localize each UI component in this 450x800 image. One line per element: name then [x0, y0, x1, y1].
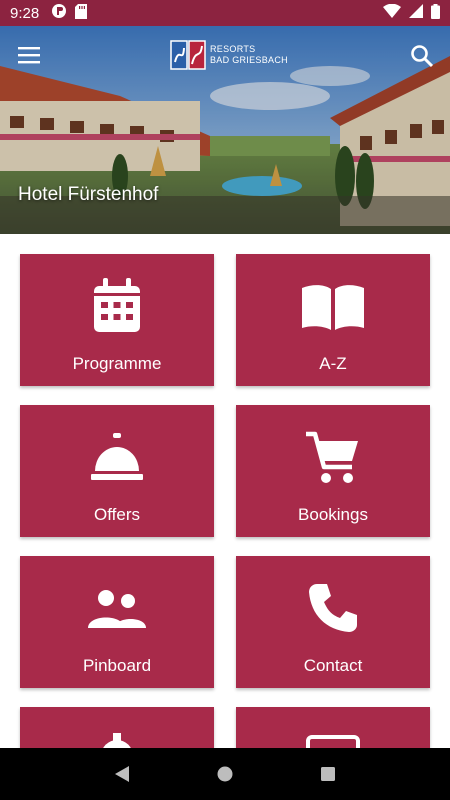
- tile-bookings[interactable]: Bookings: [236, 405, 430, 537]
- cart-icon: [306, 431, 360, 490]
- tile-contact[interactable]: Contact: [236, 556, 430, 688]
- search-button[interactable]: [410, 44, 434, 68]
- tile-label: Bookings: [298, 505, 368, 524]
- home-circle-icon: [217, 766, 233, 782]
- tile-label: Contact: [303, 656, 363, 675]
- tile-label: Offers: [94, 505, 140, 524]
- status-time: 9:28: [10, 4, 40, 22]
- status-bar: 9:28: [0, 0, 450, 26]
- home-button[interactable]: [213, 762, 237, 786]
- logo-emblem-icon: [170, 40, 206, 70]
- logo-line-1: RESORTS: [210, 44, 256, 54]
- system-nav-bar: [0, 748, 450, 800]
- tile-label: Programme: [72, 354, 162, 373]
- hero-header: RESORTS BAD GRIESBACH Hotel Fürstenhof: [0, 26, 450, 234]
- recents-button[interactable]: [316, 762, 340, 786]
- sd-card-icon: [75, 3, 88, 23]
- wifi-icon: [383, 3, 401, 22]
- tile-programme[interactable]: Programme: [20, 254, 214, 386]
- recents-square-icon: [321, 767, 336, 781]
- phone-icon: [307, 582, 359, 639]
- signal-icon: [409, 4, 423, 22]
- battery-icon: [431, 3, 440, 23]
- book-icon: [302, 284, 364, 335]
- tile-a-z[interactable]: A-Z: [236, 254, 430, 386]
- back-triangle-icon: [114, 766, 129, 782]
- notification-app-icon: [51, 3, 67, 23]
- search-icon: [411, 45, 434, 68]
- tile-label: Pinboard: [82, 656, 152, 675]
- calendar-icon: [92, 278, 142, 339]
- page-title: Hotel Fürstenhof: [18, 184, 159, 205]
- tile-label: A-Z: [319, 354, 347, 373]
- menu-button[interactable]: [18, 44, 42, 66]
- logo-line-2: BAD GRIESBACH: [210, 55, 288, 65]
- resort-logo[interactable]: RESORTS BAD GRIESBACH: [170, 40, 288, 70]
- tile-offers[interactable]: Offers: [20, 405, 214, 537]
- tile-pinboard[interactable]: Pinboard: [20, 556, 214, 688]
- logo-text: RESORTS BAD GRIESBACH: [210, 44, 288, 66]
- service-bell-icon: [91, 433, 143, 486]
- back-button[interactable]: [110, 762, 134, 786]
- hamburger-icon: [18, 47, 40, 64]
- people-icon: [88, 588, 146, 635]
